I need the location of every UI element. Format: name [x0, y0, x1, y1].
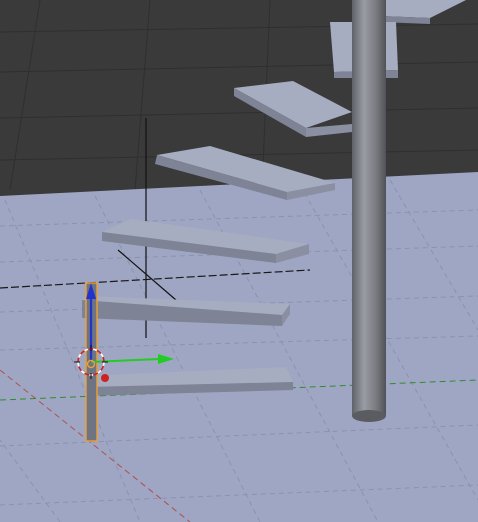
floor-plane: [0, 172, 478, 522]
x-axis-handle[interactable]: [101, 374, 109, 382]
viewport-canvas[interactable]: [0, 0, 478, 522]
spiral-stair-pole[interactable]: [352, 0, 386, 422]
3d-viewport[interactable]: [0, 0, 478, 522]
